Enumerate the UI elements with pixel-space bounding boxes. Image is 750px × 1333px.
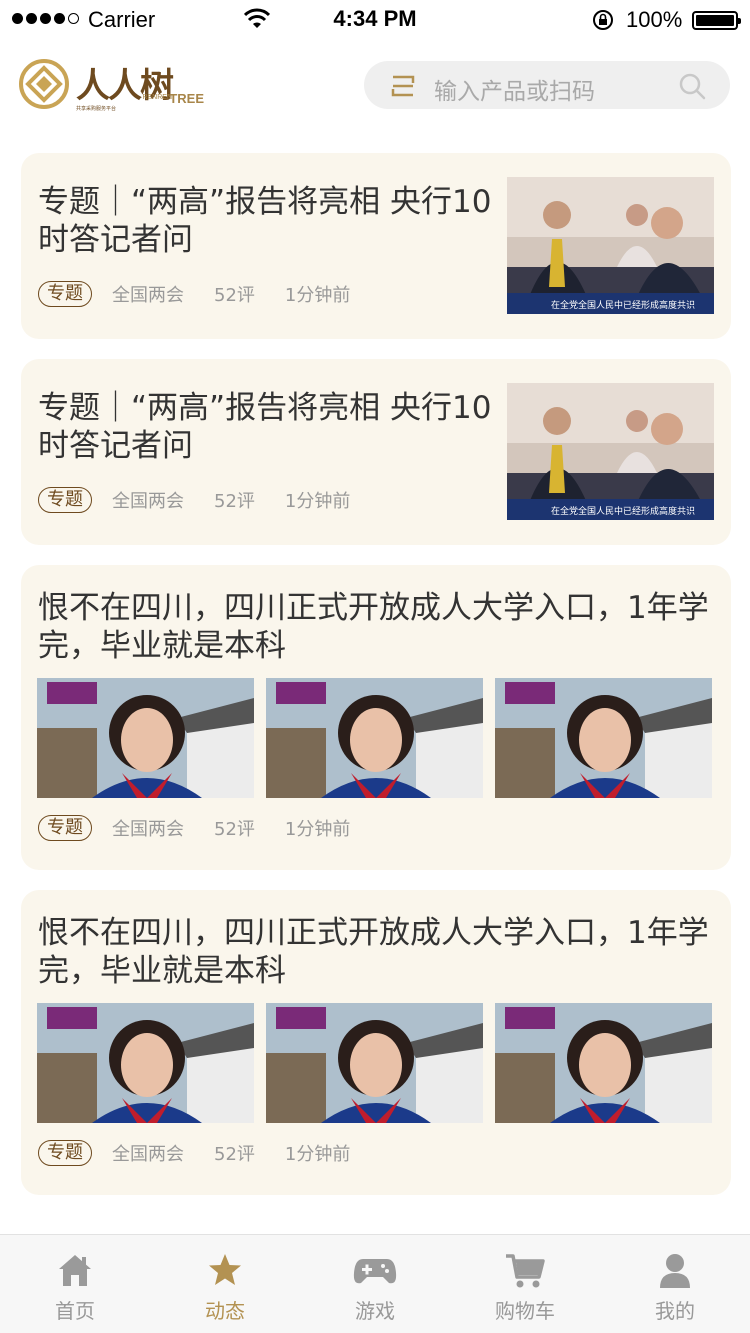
news-source: 全国两会 <box>112 285 184 306</box>
tab-home[interactable]: 首页 <box>0 1235 150 1333</box>
tab-label: 游戏 <box>355 1299 395 1323</box>
news-thumbnail[interactable]: 在全党全国人民中已经形成高度共识 <box>507 383 714 520</box>
comment-count: 52评 <box>214 285 255 306</box>
news-photo-image <box>507 177 714 314</box>
topic-tag[interactable]: 专题 <box>38 281 92 307</box>
battery-icon <box>692 11 741 30</box>
news-image-caption: 在全党全国人民中已经形成高度共识 <box>551 507 696 517</box>
tab-label: 我的 <box>655 1299 695 1323</box>
search-input[interactable]: 输入产品或扫码 <box>434 72 595 106</box>
comment-count: 52评 <box>214 1144 255 1165</box>
tab-label: 购物车 <box>495 1299 555 1323</box>
user-icon <box>660 1254 690 1288</box>
tab-cart[interactable]: 购物车 <box>450 1235 600 1333</box>
bottom-tab-bar: 首页 动态 游戏 购物车 我的 <box>0 1234 750 1333</box>
girl-photo-image <box>495 1003 712 1123</box>
gamepad-icon <box>353 1259 397 1284</box>
news-title[interactable]: 恨不在四川，四川正式开放成人大学入口，1年学完，毕业就是本科 <box>38 914 718 990</box>
news-title[interactable]: 专题｜“两高”报告将亮相 央行10时答记者问 <box>38 183 508 259</box>
logo-wordmark: 人人树 RENREN TREE 共享采购服务平台 <box>76 58 204 112</box>
news-title[interactable]: 专题｜“两高”报告将亮相 央行10时答记者问 <box>38 389 508 465</box>
tab-profile[interactable]: 我的 <box>600 1235 750 1333</box>
girl-photo-image <box>37 678 254 798</box>
tab-games[interactable]: 游戏 <box>300 1235 450 1333</box>
girl-photo-image <box>495 678 712 798</box>
news-photo-image <box>507 383 714 520</box>
logo-slogan: 共享采购服务平台 <box>76 106 117 112</box>
news-source: 全国两会 <box>112 1144 184 1165</box>
status-bar: Carrier 4:34 PM 100% <box>0 0 750 40</box>
star-icon <box>209 1254 241 1285</box>
cart-icon <box>506 1254 545 1288</box>
news-card[interactable]: 恨不在四川，四川正式开放成人大学入口，1年学完，毕业就是本科 专题 全国两会 5… <box>21 890 731 1195</box>
news-image-caption: 在全党全国人民中已经形成高度共识 <box>551 301 696 311</box>
girl-photo-image <box>266 1003 483 1123</box>
news-meta: 专题 全国两会 52评 1分钟前 <box>38 1140 380 1166</box>
news-card[interactable]: 恨不在四川，四川正式开放成人大学入口，1年学完，毕业就是本科 专题 全国两会 5… <box>21 565 731 870</box>
girl-photo-image <box>37 1003 254 1123</box>
search-icon[interactable] <box>678 72 706 100</box>
logo-english: TREE <box>169 91 204 106</box>
news-thumbnail[interactable] <box>37 1003 254 1123</box>
brand-logo[interactable]: 人人树 RENREN TREE 共享采购服务平台 <box>18 58 204 112</box>
news-title[interactable]: 恨不在四川，四川正式开放成人大学入口，1年学完，毕业就是本科 <box>38 589 718 665</box>
logo-mark-icon <box>19 59 69 109</box>
news-thumbnail[interactable] <box>495 678 712 798</box>
comment-count: 52评 <box>214 819 255 840</box>
publish-time: 1分钟前 <box>284 819 351 840</box>
girl-photo-image <box>266 678 483 798</box>
news-meta: 专题 全国两会 52评 1分钟前 <box>38 281 380 307</box>
battery-percent: 100% <box>626 7 683 32</box>
news-thumbnail[interactable] <box>266 678 483 798</box>
rotation-lock-icon <box>593 10 613 30</box>
news-thumbnail[interactable] <box>495 1003 712 1123</box>
topic-tag[interactable]: 专题 <box>38 487 92 513</box>
news-card[interactable]: 专题｜“两高”报告将亮相 央行10时答记者问 专题 全国两会 52评 1分钟前 … <box>21 359 731 545</box>
home-icon <box>59 1255 91 1286</box>
logo-english-top: RENREN <box>142 94 172 101</box>
topic-tag[interactable]: 专题 <box>38 815 92 841</box>
publish-time: 1分钟前 <box>284 285 351 306</box>
news-meta: 专题 全国两会 52评 1分钟前 <box>38 487 380 513</box>
search-bar[interactable]: 输入产品或扫码 <box>364 61 730 109</box>
topic-tag[interactable]: 专题 <box>38 1140 92 1166</box>
publish-time: 1分钟前 <box>284 1144 351 1165</box>
comment-count: 52评 <box>214 491 255 512</box>
news-card[interactable]: 专题｜“两高”报告将亮相 央行10时答记者问 专题 全国两会 52评 1分钟前 … <box>21 153 731 339</box>
publish-time: 1分钟前 <box>284 491 351 512</box>
news-thumbnail[interactable]: 在全党全国人民中已经形成高度共识 <box>507 177 714 314</box>
news-source: 全国两会 <box>112 819 184 840</box>
scan-icon[interactable] <box>391 74 415 98</box>
tab-label: 首页 <box>55 1299 95 1323</box>
news-thumbnail[interactable] <box>37 678 254 798</box>
news-meta: 专题 全国两会 52评 1分钟前 <box>38 815 380 841</box>
app-header: 人人树 RENREN TREE 共享采购服务平台 输入产品或扫码 <box>0 40 750 130</box>
tab-label: 动态 <box>205 1299 245 1323</box>
tab-activity[interactable]: 动态 <box>150 1235 300 1333</box>
news-thumbnail[interactable] <box>266 1003 483 1123</box>
news-source: 全国两会 <box>112 491 184 512</box>
